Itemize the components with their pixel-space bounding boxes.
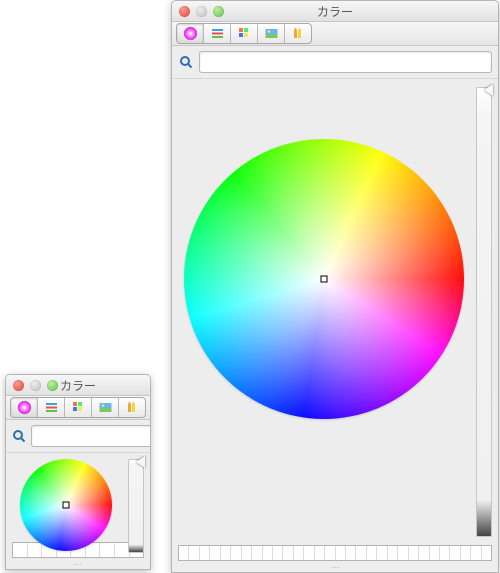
mode-segmented-control [10, 397, 146, 418]
zoom-button[interactable] [213, 6, 224, 17]
minimize-button[interactable] [196, 6, 207, 17]
tab-sliders[interactable] [204, 24, 231, 43]
swatch[interactable] [231, 546, 241, 560]
swatch[interactable] [189, 546, 199, 560]
swatch[interactable] [430, 546, 440, 560]
swatch[interactable] [440, 546, 450, 560]
search-input[interactable] [31, 425, 151, 447]
wheel-cursor[interactable] [63, 502, 70, 509]
color-wheel[interactable] [184, 139, 464, 419]
wheel-cursor[interactable] [321, 276, 328, 283]
tab-image[interactable] [258, 24, 285, 43]
color-wheel[interactable] [20, 459, 112, 551]
minimize-button[interactable] [30, 380, 41, 391]
swatch[interactable] [315, 546, 325, 560]
swatch[interactable] [263, 546, 273, 560]
swatch[interactable] [252, 546, 262, 560]
search-row [172, 46, 498, 79]
tab-palette[interactable] [231, 24, 258, 43]
brightness-thumb[interactable] [136, 456, 145, 468]
colorwheel-area [172, 79, 498, 545]
tab-sliders[interactable] [38, 398, 65, 417]
tab-crayons[interactable] [119, 398, 145, 417]
mode-segmented-control [176, 23, 312, 44]
swatch[interactable] [482, 546, 491, 560]
close-button[interactable] [13, 380, 24, 391]
swatch[interactable] [409, 546, 419, 560]
mode-toolbar [6, 396, 150, 420]
color-picker-window-large: カラー ⋯ [171, 0, 499, 573]
search-row [6, 420, 150, 453]
palette-icon [71, 400, 86, 415]
swatch-bar[interactable] [178, 545, 492, 561]
tab-palette[interactable] [65, 398, 92, 417]
close-button[interactable] [179, 6, 190, 17]
swatch[interactable] [346, 546, 356, 560]
swatch[interactable] [179, 546, 189, 560]
color-picker-window-small: カラー ⋯ [5, 374, 151, 570]
palette-icon [237, 26, 252, 41]
swatch[interactable] [28, 543, 43, 557]
swatch[interactable] [210, 546, 220, 560]
image-icon [264, 26, 279, 41]
magnifier-icon [12, 429, 26, 443]
swatch[interactable] [273, 546, 283, 560]
eyedropper-button[interactable] [178, 54, 194, 70]
swatch[interactable] [294, 546, 304, 560]
traffic-lights [172, 6, 224, 17]
mode-toolbar [172, 22, 498, 46]
crayons-icon [291, 26, 306, 41]
colorwheel-icon [17, 400, 32, 415]
swatch[interactable] [356, 546, 366, 560]
swatch[interactable] [461, 546, 471, 560]
swatch[interactable] [419, 546, 429, 560]
tab-colorwheel[interactable] [11, 398, 38, 417]
brightness-thumb[interactable] [484, 84, 493, 96]
traffic-lights [6, 380, 58, 391]
titlebar[interactable]: カラー [6, 375, 150, 396]
swatch[interactable] [377, 546, 387, 560]
eyedropper-button[interactable] [12, 428, 26, 444]
swatch[interactable] [221, 546, 231, 560]
sliders-icon [44, 400, 59, 415]
swatch[interactable] [336, 546, 346, 560]
swatch[interactable] [367, 546, 377, 560]
swatch[interactable] [388, 546, 398, 560]
swatch[interactable] [13, 543, 28, 557]
swatch[interactable] [200, 546, 210, 560]
brightness-slider[interactable] [128, 459, 144, 553]
swatch[interactable] [242, 546, 252, 560]
swatch[interactable] [100, 543, 115, 557]
swatch[interactable] [398, 546, 408, 560]
tab-image[interactable] [92, 398, 119, 417]
swatch[interactable] [304, 546, 314, 560]
swatch[interactable] [471, 546, 481, 560]
search-input[interactable] [199, 51, 492, 73]
resize-handle[interactable]: ⋯ [6, 561, 150, 569]
tab-crayons[interactable] [285, 24, 311, 43]
swatch[interactable] [283, 546, 293, 560]
swatch[interactable] [450, 546, 460, 560]
titlebar[interactable]: カラー [172, 1, 498, 22]
crayons-icon [125, 400, 140, 415]
resize-handle[interactable]: ⋯ [172, 564, 498, 572]
brightness-slider[interactable] [476, 87, 492, 537]
tab-colorwheel[interactable] [177, 24, 204, 43]
sliders-icon [210, 26, 225, 41]
swatch[interactable] [325, 546, 335, 560]
colorwheel-area [6, 453, 150, 542]
colorwheel-icon [183, 26, 198, 41]
image-icon [98, 400, 113, 415]
zoom-button[interactable] [47, 380, 58, 391]
magnifier-icon [179, 55, 193, 69]
